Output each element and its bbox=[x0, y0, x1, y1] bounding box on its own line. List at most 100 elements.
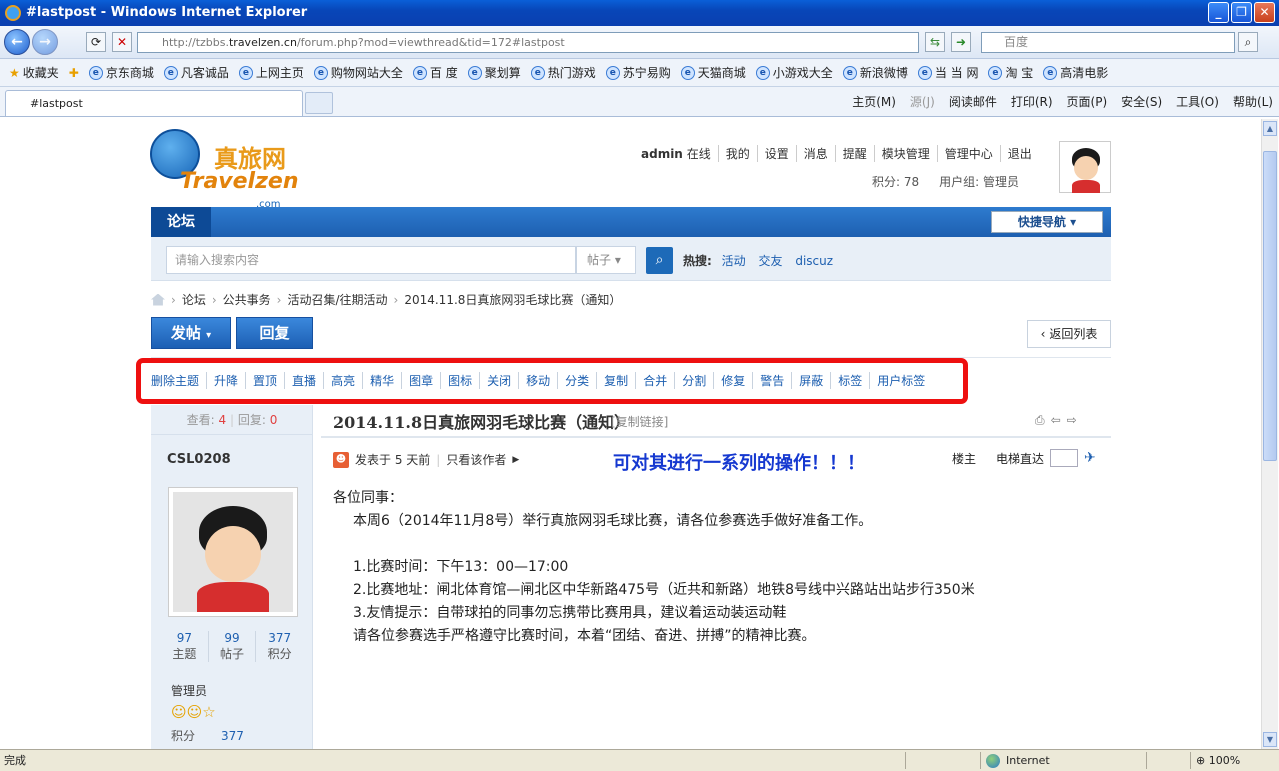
post-line: 2.比赛地址：闸北体育馆—闸北区中华新路475号（近共和新路）地铁8号线中兴路站… bbox=[353, 582, 975, 598]
fav-item[interactable]: e 苏宁易购 bbox=[603, 64, 674, 81]
help-menu[interactable]: 帮助(L) bbox=[1233, 93, 1273, 110]
fav-item[interactable]: e 购物网站大全 bbox=[311, 64, 406, 81]
fav-item[interactable]: e 天猫商城 bbox=[678, 64, 749, 81]
safety-menu[interactable]: 安全(S) bbox=[1121, 93, 1162, 110]
fav-item-label: 新浪微博 bbox=[859, 66, 908, 80]
print-button[interactable]: 打印(R) bbox=[1011, 93, 1053, 110]
admin-center-link[interactable]: 管理中心 bbox=[936, 145, 1000, 162]
back-button[interactable]: ← bbox=[4, 29, 30, 55]
user-group[interactable]: 用户组: 管理员 bbox=[929, 173, 1029, 190]
go-button[interactable]: ➜ bbox=[951, 32, 971, 52]
breadcrumb-item[interactable]: 公共事务 bbox=[223, 291, 271, 308]
stat-posts[interactable]: 99 帖子 bbox=[207, 631, 256, 662]
new-tab-button[interactable] bbox=[305, 92, 333, 114]
search-button[interactable]: ⌕ bbox=[646, 247, 673, 274]
forward-button[interactable]: → bbox=[32, 29, 58, 55]
chevron-left-icon: ‹ bbox=[1040, 327, 1046, 341]
quick-nav-button[interactable]: 快捷导航 ▾ bbox=[991, 211, 1103, 233]
fav-item-label: 淘 宝 bbox=[1005, 66, 1034, 80]
scroll-up-icon[interactable]: ▲ bbox=[1263, 121, 1277, 136]
page-menu[interactable]: 页面(P) bbox=[1067, 93, 1108, 110]
vertical-scrollbar[interactable]: ▲ ▼ bbox=[1261, 119, 1278, 749]
breadcrumb-item[interactable]: 论坛 bbox=[182, 291, 206, 308]
fav-item[interactable]: e 聚划算 bbox=[465, 64, 524, 81]
breadcrumb-item[interactable]: 活动召集/往期活动 bbox=[287, 291, 387, 308]
annotation-text: 可对其进行一系列的操作！！！ bbox=[613, 453, 865, 474]
go-floor-icon[interactable]: ✈ bbox=[1084, 450, 1096, 466]
status-bar: 完成 Internet ⊕ 100% bbox=[0, 749, 1279, 771]
user-name[interactable]: admin bbox=[641, 147, 683, 161]
ie-icon bbox=[5, 5, 21, 21]
hot-link[interactable]: discuz bbox=[795, 254, 833, 268]
status-text: 完成 bbox=[4, 754, 26, 767]
zoom-level[interactable]: ⊕ 100% bbox=[1196, 750, 1240, 771]
fav-item[interactable]: e 热门游戏 bbox=[528, 64, 599, 81]
stat-value: 99 bbox=[224, 631, 240, 645]
new-post-button[interactable]: 发帖 ▾ bbox=[151, 317, 231, 349]
compat-view-icon[interactable]: ⇆ bbox=[925, 32, 945, 52]
feeds-button[interactable]: 源(J) bbox=[910, 93, 935, 110]
fav-item[interactable]: e百 度 bbox=[410, 64, 461, 81]
fav-item[interactable]: e当 当 网 bbox=[915, 64, 982, 81]
reminders-link[interactable]: 提醒 bbox=[834, 145, 874, 162]
logo-en: Travelzen bbox=[180, 169, 299, 194]
forum-search-input[interactable]: 请输入搜索内容 bbox=[166, 246, 576, 274]
my-link[interactable]: 我的 bbox=[717, 145, 757, 162]
thread-title: 2014.11.8日真旅网羽毛球比赛（通知） bbox=[333, 413, 631, 432]
author-role[interactable]: 管理员 bbox=[171, 682, 207, 699]
reply-button[interactable]: 回复 bbox=[236, 317, 313, 349]
fav-item[interactable]: e 京东商城 bbox=[86, 64, 157, 81]
hot-link[interactable]: 活动 bbox=[722, 254, 746, 268]
stat-score[interactable]: 377 积分 bbox=[255, 631, 303, 662]
favorites-button[interactable]: ★ 收藏夹 bbox=[6, 64, 62, 81]
tools-menu[interactable]: 工具(O) bbox=[1176, 93, 1219, 110]
search-icon[interactable]: ⌕ bbox=[1238, 32, 1258, 52]
add-favorite-icon[interactable]: ✚ bbox=[66, 66, 82, 80]
refresh-button[interactable]: ⟳ bbox=[86, 32, 106, 52]
next-thread-icon[interactable]: ⇨ bbox=[1067, 413, 1077, 428]
print-icon[interactable]: ⎙ bbox=[1035, 413, 1045, 428]
search-type-select[interactable]: 帖子 ▾ bbox=[576, 246, 636, 274]
score-label: 积分 bbox=[171, 729, 196, 743]
author-name[interactable]: CSL0208 bbox=[167, 452, 231, 467]
fav-item[interactable]: e 新浪微博 bbox=[840, 64, 911, 81]
fav-item[interactable]: e 凡客诚品 bbox=[161, 64, 232, 81]
stop-button[interactable]: ✕ bbox=[112, 32, 132, 52]
author-avatar[interactable] bbox=[168, 487, 298, 617]
prev-thread-icon[interactable]: ⇦ bbox=[1051, 413, 1061, 428]
copy-link-button[interactable]: [复制链接] bbox=[611, 413, 668, 430]
messages-link[interactable]: 消息 bbox=[795, 145, 835, 162]
back-to-list-button[interactable]: ‹ 返回列表 bbox=[1027, 320, 1111, 348]
only-author-link[interactable]: 只看该作者 bbox=[446, 451, 506, 468]
fav-item[interactable]: e 高清电影 bbox=[1040, 64, 1111, 81]
browser-tab[interactable]: #lastpost bbox=[5, 90, 303, 116]
read-mail-button[interactable]: 阅读邮件 bbox=[949, 93, 997, 110]
user-avatar[interactable] bbox=[1059, 141, 1111, 193]
home-button[interactable]: 主页(M) bbox=[852, 93, 896, 110]
logout-link[interactable]: 退出 bbox=[999, 145, 1039, 162]
home-icon[interactable] bbox=[151, 293, 165, 306]
user-name-item[interactable]: admin 在线 bbox=[634, 145, 718, 162]
fav-item-label: 聚划算 bbox=[484, 66, 521, 80]
minimize-button[interactable]: _ bbox=[1208, 2, 1229, 23]
security-zone[interactable]: Internet bbox=[986, 750, 1050, 771]
scroll-down-icon[interactable]: ▼ bbox=[1263, 732, 1277, 747]
floor-input[interactable] bbox=[1050, 449, 1079, 467]
fav-item[interactable]: e 上网主页 bbox=[236, 64, 307, 81]
search-type-label: 帖子 bbox=[587, 253, 612, 267]
caret-down-icon: ▾ bbox=[206, 330, 212, 341]
stat-threads[interactable]: 97 主题 bbox=[161, 631, 208, 662]
hot-link[interactable]: 交友 bbox=[758, 254, 782, 268]
fav-item[interactable]: e淘 宝 bbox=[985, 64, 1036, 81]
fav-item[interactable]: e 小游戏大全 bbox=[753, 64, 836, 81]
url-input[interactable]: http://tzbbs.travelzen.cn/forum.php?mod=… bbox=[137, 32, 919, 53]
module-admin-link[interactable]: 模块管理 bbox=[873, 145, 937, 162]
settings-link[interactable]: 设置 bbox=[756, 145, 796, 162]
nav-forum-tab[interactable]: 论坛 bbox=[151, 207, 211, 237]
maximize-button[interactable]: ❐ bbox=[1231, 2, 1252, 23]
scroll-thumb[interactable] bbox=[1263, 151, 1277, 461]
user-score[interactable]: 积分: 78 bbox=[862, 173, 929, 190]
user-icon: ☻ bbox=[333, 451, 349, 468]
search-input[interactable]: 百度 bbox=[981, 32, 1235, 53]
close-button[interactable]: ✕ bbox=[1254, 2, 1275, 23]
